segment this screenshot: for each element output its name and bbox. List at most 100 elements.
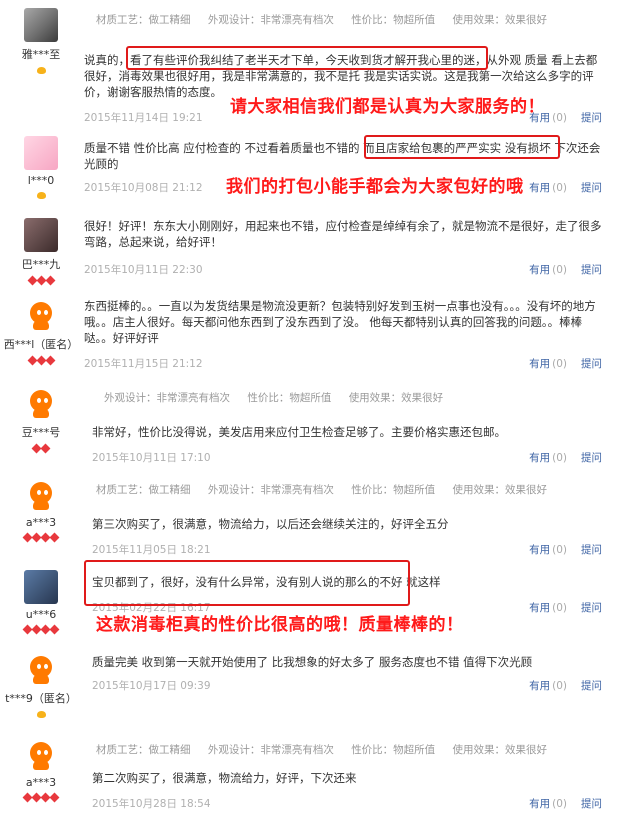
- gem-icon: [27, 355, 37, 366]
- heart-icon: [36, 67, 46, 74]
- review-tags: 材质工艺：做工精细 外观设计：非常漂亮有档次 性价比：物超所值 使用效果：效果很…: [96, 742, 561, 757]
- useful-button[interactable]: 有用: [529, 544, 550, 556]
- gem-icon: [49, 792, 60, 803]
- review-actions: 有用 (0) 提问: [529, 600, 602, 615]
- review-actions: 有用 (0) 提问: [529, 796, 602, 811]
- reviewer-info: 雅***至: [0, 8, 82, 75]
- highlight-box: [364, 135, 560, 159]
- tag-appearance: 外观设计：非常漂亮有档次: [207, 484, 334, 496]
- review-text: 第二次购买了，很满意，物流给力，好评，下次还来: [92, 771, 357, 785]
- avatar-body: [33, 674, 49, 684]
- reviewer-level-badge: [0, 275, 82, 286]
- reviewer-level-badge: [0, 792, 82, 803]
- avatar-body: [33, 760, 49, 770]
- useful-button[interactable]: 有用: [529, 182, 550, 194]
- useful-button[interactable]: 有用: [529, 680, 550, 692]
- tag-appearance: 外观设计：非常漂亮有档次: [207, 14, 334, 26]
- reviewer-name[interactable]: a***3: [0, 776, 82, 789]
- review-item: a***3 材质工艺：做工精细 外观设计：非常漂亮有档次 性价比：物超所值 使用…: [0, 470, 620, 563]
- review-tags: 材质工艺：做工精细 外观设计：非常漂亮有档次 性价比：物超所值 使用效果：效果很…: [96, 12, 561, 27]
- review-item: t***9（匿名） 质量完美 收到第一天就开始使用了 比我想象的好太多了 服务态…: [0, 644, 620, 731]
- review-date: 2015年10月17日 09:39: [92, 680, 211, 692]
- review-item: 巴***九 很好！好评！东东大小刚刚好，用起来也不错，应付检查是绰绰有余了，就是…: [0, 210, 620, 291]
- avatar[interactable]: [24, 8, 58, 42]
- ask-button[interactable]: 提问: [581, 358, 602, 370]
- ask-button[interactable]: 提问: [581, 264, 602, 276]
- reviewer-level-badge: [0, 443, 82, 454]
- gem-icon: [27, 275, 37, 286]
- ask-button[interactable]: 提问: [581, 680, 602, 692]
- reviewer-name[interactable]: 豆***号: [0, 424, 82, 440]
- review-date: 2015年10月28日 18:54: [92, 798, 211, 810]
- review-actions: 有用 (0) 提问: [529, 678, 602, 693]
- avatar[interactable]: [24, 298, 58, 332]
- heart-icon: [36, 711, 46, 718]
- heart-icon: [36, 192, 46, 199]
- review-text: 非常好，性价比没得说，美发店用来应付卫生检查足够了。主要价格实惠还包邮。: [92, 425, 506, 439]
- avatar-eye: [44, 490, 48, 495]
- useful-button[interactable]: 有用: [529, 602, 550, 614]
- tag-craft: 材质工艺：做工精细: [96, 744, 191, 756]
- ask-button[interactable]: 提问: [581, 602, 602, 614]
- ask-button[interactable]: 提问: [581, 544, 602, 556]
- avatar-eye: [44, 750, 48, 755]
- reviewer-name[interactable]: u***6: [0, 608, 82, 621]
- review-text: 第三次购买了，很满意，物流给力，以后还会继续关注的，好评全五分: [92, 517, 449, 531]
- useful-count: (0): [552, 182, 567, 194]
- ask-button[interactable]: 提问: [581, 182, 602, 194]
- avatar[interactable]: [24, 652, 58, 686]
- avatar-body: [33, 320, 49, 330]
- useful-count: (0): [552, 112, 567, 124]
- reviewer-level-badge: [0, 709, 82, 719]
- useful-button[interactable]: 有用: [529, 798, 550, 810]
- avatar-eye: [44, 664, 48, 669]
- reviewer-name[interactable]: t***9（匿名）: [0, 690, 82, 706]
- review-actions: 有用 (0) 提问: [529, 356, 602, 371]
- ask-button[interactable]: 提问: [581, 452, 602, 464]
- useful-button[interactable]: 有用: [529, 358, 550, 370]
- gem-icon: [49, 532, 60, 543]
- reviewer-name[interactable]: 西***l（匿名）: [0, 336, 82, 352]
- gem-icon: [36, 275, 46, 286]
- tag-value: 性价比：物超所值: [247, 392, 332, 404]
- review-actions: 有用 (0) 提问: [529, 450, 602, 465]
- tag-effect: 使用效果：效果很好: [452, 744, 548, 756]
- reviewer-info: t***9（匿名）: [0, 652, 82, 719]
- reviewer-name[interactable]: l***0: [0, 174, 82, 187]
- reviewer-name[interactable]: 雅***至: [0, 46, 82, 62]
- reviewer-name[interactable]: 巴***九: [0, 256, 82, 272]
- tag-appearance: 外观设计：非常漂亮有档次: [104, 392, 230, 404]
- useful-count: (0): [552, 452, 567, 464]
- gem-icon: [45, 355, 55, 366]
- ask-button[interactable]: 提问: [581, 798, 602, 810]
- review-item: 豆***号 外观设计：非常漂亮有档次 性价比：物超所值 使用效果：效果很好 非常…: [0, 378, 620, 471]
- review-actions: 有用 (0) 提问: [529, 542, 602, 557]
- avatar[interactable]: [24, 570, 58, 604]
- promo-annotation: 这款消毒柜真的性价比很高的哦！质量棒棒的！: [96, 615, 464, 635]
- reviewer-name[interactable]: a***3: [0, 516, 82, 529]
- reviewer-level-badge: [0, 355, 82, 366]
- useful-button[interactable]: 有用: [529, 264, 550, 276]
- review-date: 2015年10月11日 22:30: [84, 264, 203, 276]
- avatar[interactable]: [24, 218, 58, 252]
- gem-icon: [36, 355, 46, 366]
- review-item: 西***l（匿名） 东西挺棒的。。一直以为发货结果是物流没更新？包装特别好发到玉…: [0, 290, 620, 379]
- avatar[interactable]: [24, 738, 58, 772]
- avatar[interactable]: [24, 136, 58, 170]
- useful-button[interactable]: 有用: [529, 452, 550, 464]
- tag-effect: 使用效果：效果很好: [348, 392, 444, 404]
- tag-craft: 材质工艺：做工精细: [96, 14, 191, 26]
- promo-annotation: 请大家相信我们都是认真为大家服务的！: [230, 97, 545, 117]
- review-actions: 有用 (0) 提问: [529, 262, 602, 277]
- review-date: 2015年11月05日 18:21: [92, 544, 211, 556]
- reviewer-level-badge: [0, 532, 82, 543]
- avatar[interactable]: [24, 386, 58, 420]
- reviewer-level-badge: [0, 624, 82, 635]
- reviewer-info: l***0: [0, 136, 82, 200]
- tag-effect: 使用效果：效果很好: [452, 14, 548, 26]
- avatar-eye: [44, 310, 48, 315]
- avatar[interactable]: [24, 478, 58, 512]
- gem-icon: [45, 275, 55, 286]
- avatar-eye: [37, 664, 41, 669]
- ask-button[interactable]: 提问: [581, 112, 602, 124]
